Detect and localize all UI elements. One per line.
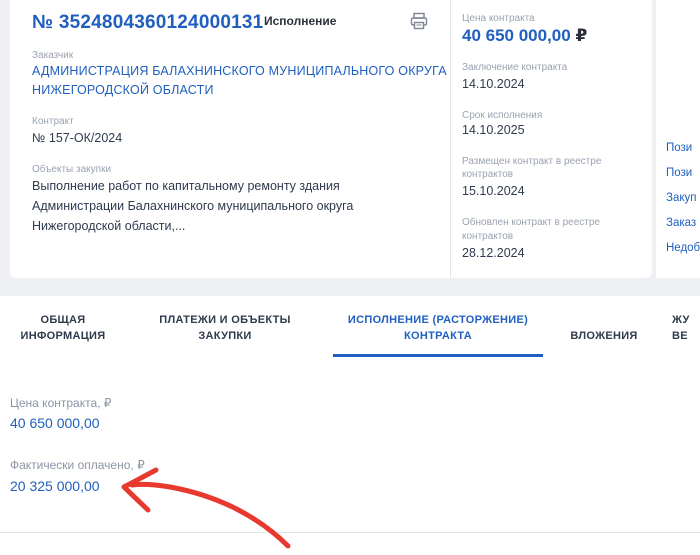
column-divider <box>450 0 451 278</box>
tab-bar: ОБЩАЯ ИНФОРМАЦИЯ ПЛАТЕЖИ И ОБЪЕКТЫ ЗАКУП… <box>0 296 700 358</box>
tab-label-line1: ПЛАТЕЖИ И ОБЪЕКТЫ <box>159 314 291 326</box>
tab-label-line2: ИНФОРМАЦИЯ <box>20 330 106 342</box>
price-label: Цена контракта <box>462 13 535 24</box>
tab-label-line2: ВЕ <box>672 330 688 342</box>
side-links-panel: Пози Пози Закуп Заказ Недоб <box>656 0 700 278</box>
price-value: 40 650 000,00 ₽ <box>462 26 587 46</box>
conclusion-value: 14.10.2024 <box>462 77 525 91</box>
tab-label-line1: ЖУ <box>672 314 690 326</box>
price-amount: 40 650 000,00 <box>462 26 571 45</box>
placed-value: 15.10.2024 <box>462 184 525 198</box>
customer-label: Заказчик <box>32 50 74 61</box>
contract-number-link[interactable]: № 3524804360124000131 <box>32 12 263 34</box>
tab-label-line2: ЗАКУПКИ <box>198 330 252 342</box>
tab-general-info[interactable]: ОБЩАЯ ИНФОРМАЦИЯ <box>8 312 118 344</box>
objects-line2: Администрации Балахнинского муниципально… <box>32 199 354 213</box>
contract-label: Контракт <box>32 116 74 127</box>
tab-label-line1: ИСПОЛНЕНИЕ (РАСТОРЖЕНИЕ) <box>347 314 529 326</box>
placed-label-line2: контрактов <box>462 169 514 180</box>
side-link-1[interactable]: Пози <box>666 142 692 154</box>
tab-execution[interactable]: ИСПОЛНЕНИЕ (РАСТОРЖЕНИЕ) КОНТРАКТА <box>333 312 543 344</box>
side-link-3[interactable]: Закуп <box>666 192 696 204</box>
divider <box>0 532 700 533</box>
customer-link-line1[interactable]: АДМИНИСТРАЦИЯ БАЛАХНИНСКОГО МУНИЦИПАЛЬНО… <box>32 62 447 81</box>
paid-value: 20 325 000,00 <box>10 478 100 494</box>
execution-panel: Цена контракта, ₽ 40 650 000,00 Фактичес… <box>0 358 700 555</box>
exec-price-label: Цена контракта, ₽ <box>10 396 112 410</box>
updated-value: 28.12.2024 <box>462 246 525 260</box>
status-badge: Исполнение <box>264 14 337 28</box>
active-tab-indicator <box>333 354 543 357</box>
exec-price-value: 40 650 000,00 <box>10 415 100 431</box>
price-currency: ₽ <box>575 26 588 45</box>
tab-payments[interactable]: ПЛАТЕЖИ И ОБЪЕКТЫ ЗАКУПКИ <box>140 312 310 344</box>
contract-value: № 157-ОК/2024 <box>32 131 123 145</box>
term-value: 14.10.2025 <box>462 123 525 137</box>
side-link-5[interactable]: Недоб <box>666 242 700 254</box>
tab-journal[interactable]: ЖУ ВЕ <box>672 312 700 344</box>
updated-label-line2: контрактов <box>462 231 514 242</box>
contract-card: № 3524804360124000131 Исполнение Заказчи… <box>10 0 652 278</box>
side-link-4[interactable]: Заказ <box>666 217 696 229</box>
updated-label-line1: Обновлен контракт в реестре <box>462 217 600 228</box>
print-icon[interactable] <box>410 12 428 30</box>
side-link-2[interactable]: Пози <box>666 167 692 179</box>
conclusion-label: Заключение контракта <box>462 62 568 73</box>
tab-label-line2: КОНТРАКТА <box>404 330 472 342</box>
customer-link-line2[interactable]: НИЖЕГОРОДСКОЙ ОБЛАСТИ <box>32 81 214 100</box>
objects-line1: Выполнение работ по капитальному ремонту… <box>32 179 340 193</box>
tab-label-line1: ОБЩАЯ <box>40 314 86 326</box>
objects-line3: Нижегородской области,... <box>32 219 186 233</box>
tab-label-line1: ВЛОЖЕНИЯ <box>570 330 638 342</box>
red-arrow-annotation <box>121 467 291 549</box>
tab-attachments[interactable]: ВЛОЖЕНИЯ <box>556 328 652 344</box>
objects-label: Объекты закупки <box>32 164 112 175</box>
placed-label-line1: Размещен контракт в реестре <box>462 156 602 167</box>
